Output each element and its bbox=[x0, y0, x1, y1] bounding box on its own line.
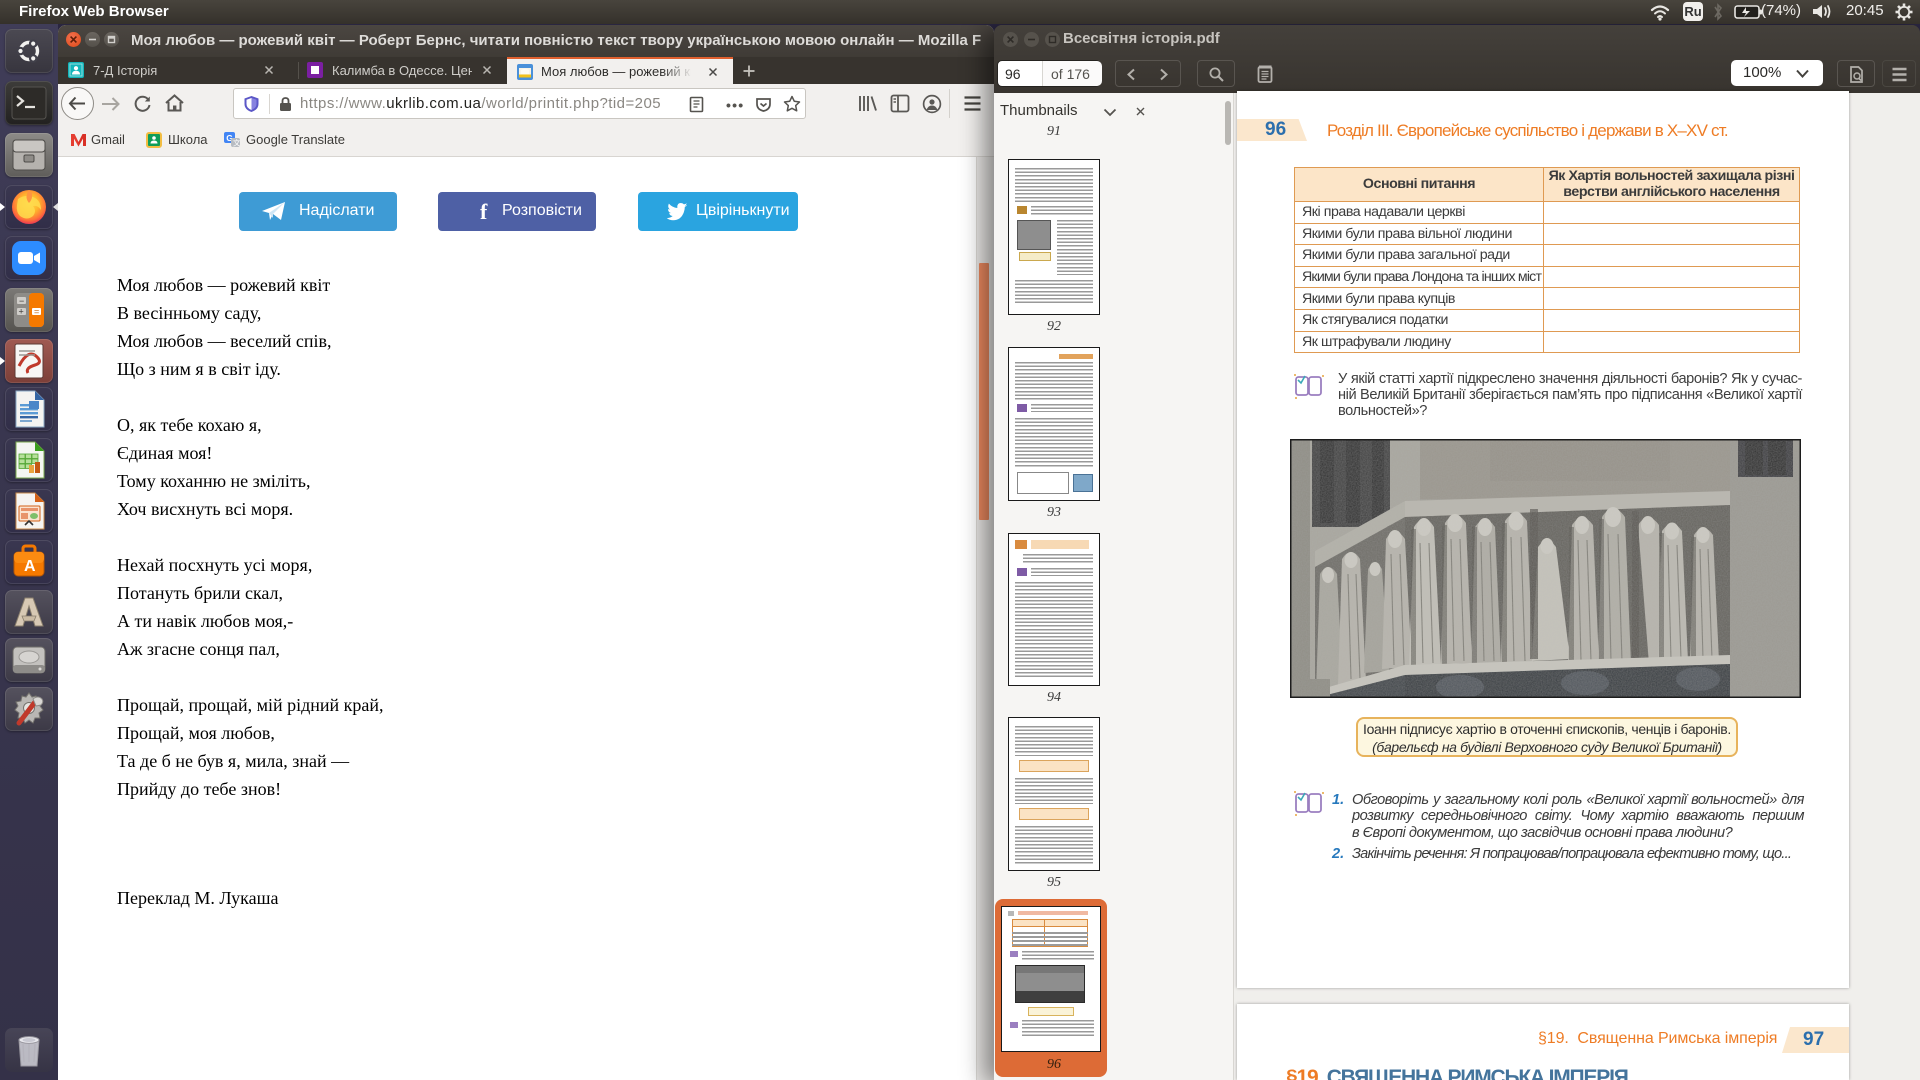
svg-text:文: 文 bbox=[233, 137, 240, 147]
svg-text:A: A bbox=[24, 558, 36, 575]
svg-text:+: + bbox=[19, 307, 24, 317]
svg-text:=: = bbox=[34, 307, 39, 317]
svg-text:−: − bbox=[19, 296, 24, 306]
